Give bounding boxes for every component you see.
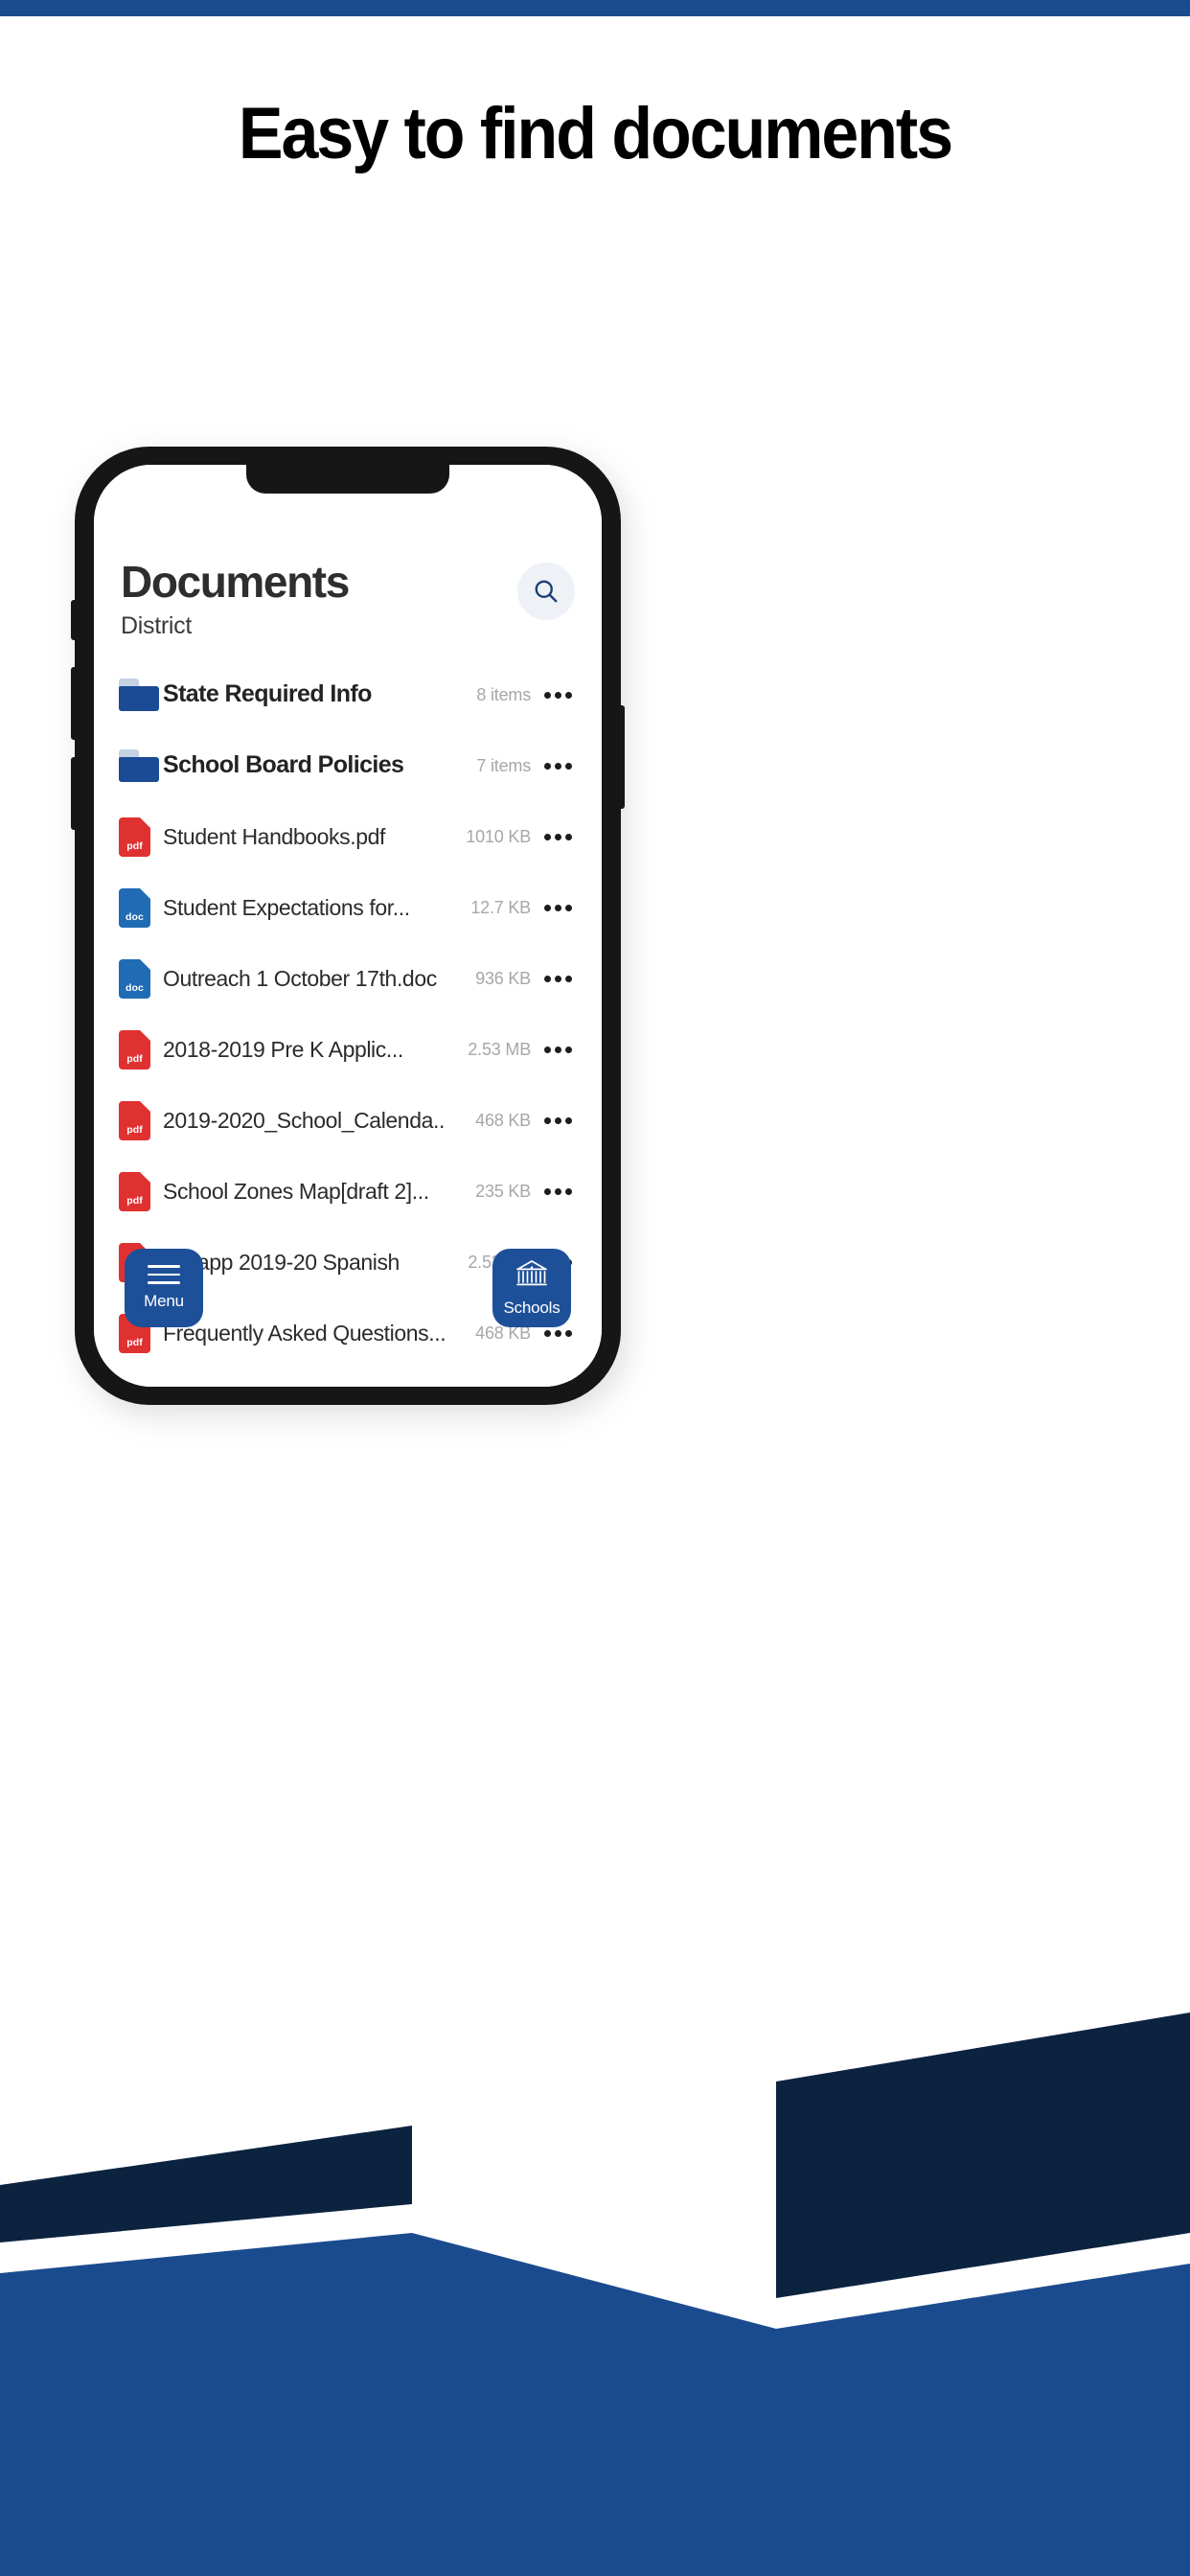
folder-row[interactable]: State Required Info 8 items <box>94 659 602 730</box>
row-icon-slot: doc <box>119 958 163 999</box>
menu-button[interactable]: Menu <box>125 1249 203 1327</box>
row-icon-slot: pdf <box>119 1171 163 1211</box>
doc-file-icon: doc <box>119 887 150 928</box>
folder-icon <box>119 678 159 711</box>
phone-notch <box>246 465 449 494</box>
row-meta: 468 KB <box>475 1110 531 1130</box>
more-options-icon[interactable] <box>537 833 579 840</box>
row-icon-slot: doc <box>119 887 163 928</box>
pdf-file-icon: pdf <box>119 1100 150 1140</box>
row-name: 2018-2019 Pre K Applic... <box>163 1036 403 1062</box>
row-meta: 12.7 KB <box>470 897 531 917</box>
file-row[interactable]: doc Outreach 1 October 17th.doc 936 KB <box>94 943 602 1014</box>
row-name: Student Expectations for... <box>163 894 410 920</box>
hamburger-menu-icon <box>148 1265 180 1284</box>
doc-file-icon: doc <box>119 958 150 999</box>
phone-mute-switch <box>71 600 76 640</box>
row-meta: 7 items <box>476 755 531 775</box>
app-subtitle: District <box>121 612 192 640</box>
row-name: Student Handbooks.pdf <box>163 823 385 849</box>
more-options-icon[interactable] <box>537 762 579 770</box>
search-icon <box>535 580 558 603</box>
phone-volume-up-button <box>71 667 76 740</box>
more-options-icon[interactable] <box>537 1187 579 1195</box>
row-meta: 8 items <box>476 684 531 704</box>
row-icon-slot <box>119 678 163 711</box>
promo-screenshot: Easy to find documents Documents Distric… <box>0 0 1190 2576</box>
row-icon-slot <box>119 749 163 782</box>
row-meta: 1010 KB <box>466 826 531 846</box>
more-options-icon[interactable] <box>537 1329 579 1337</box>
more-options-icon[interactable] <box>537 1046 579 1053</box>
schools-button-label: Schools <box>503 1299 561 1317</box>
pdf-file-icon: pdf <box>119 1029 150 1070</box>
row-name: School Zones Map[draft 2]... <box>163 1178 429 1204</box>
row-meta: 936 KB <box>475 968 531 988</box>
row-name: Frequently Asked Questions... <box>163 1320 446 1346</box>
blue-field <box>0 2233 1190 2576</box>
phone-mockup: Documents District State Required Info 8 … <box>71 447 627 1414</box>
top-accent-bar <box>0 0 1190 16</box>
row-icon-slot: pdf <box>119 816 163 857</box>
app-header: Documents District <box>94 557 602 640</box>
page-title: Easy to find documents <box>238 93 953 174</box>
phone-screen: Documents District State Required Info 8 … <box>94 465 602 1387</box>
phone-power-button <box>620 705 625 809</box>
folder-row[interactable]: School Board Policies 7 items <box>94 730 602 801</box>
phone-volume-down-button <box>71 757 76 830</box>
row-name: State Required Info <box>163 680 372 708</box>
row-meta: 2.53 MB <box>468 1039 531 1059</box>
row-name: 2019-2020_School_Calenda.. <box>163 1107 445 1133</box>
folder-icon <box>119 749 159 782</box>
row-icon-slot: pdf <box>119 1100 163 1140</box>
more-options-icon[interactable] <box>537 691 579 699</box>
school-building-icon <box>516 1260 547 1286</box>
menu-button-label: Menu <box>144 1291 184 1310</box>
header-title-block: Documents District <box>121 557 350 640</box>
file-row[interactable]: doc Student Expectations for... 12.7 KB <box>94 872 602 943</box>
file-row[interactable]: pdf Student Handbooks.pdf 1010 KB <box>94 801 602 872</box>
file-row[interactable]: pdf 2019-2020_School_Calenda.. 468 KB <box>94 1085 602 1156</box>
search-button[interactable] <box>517 563 575 620</box>
dark-navy-band-left <box>0 2126 412 2242</box>
row-name: Outreach 1 October 17th.doc <box>163 965 437 991</box>
more-options-icon[interactable] <box>537 904 579 911</box>
file-row[interactable]: pdf 2018-2019 Pre K Applic... 2.53 MB <box>94 1014 602 1085</box>
pdf-file-icon: pdf <box>119 816 150 857</box>
row-icon-slot: pdf <box>119 1029 163 1070</box>
phone-frame: Documents District State Required Info 8 … <box>71 447 625 1405</box>
more-options-icon[interactable] <box>537 1116 579 1124</box>
file-row[interactable]: pdf School Zones Map[draft 2]... 235 KB <box>94 1156 602 1227</box>
more-options-icon[interactable] <box>537 975 579 982</box>
pdf-file-icon: pdf <box>119 1171 150 1211</box>
row-name: FR app 2019-20 Spanish <box>163 1249 400 1275</box>
row-name: School Board Policies <box>163 751 404 779</box>
app-title: Documents <box>121 557 350 607</box>
documents-app: Documents District State Required Info 8 … <box>94 465 602 1387</box>
schools-button[interactable]: Schools <box>492 1249 571 1327</box>
dark-navy-band-right <box>776 2012 1190 2298</box>
row-meta: 235 KB <box>475 1181 531 1201</box>
